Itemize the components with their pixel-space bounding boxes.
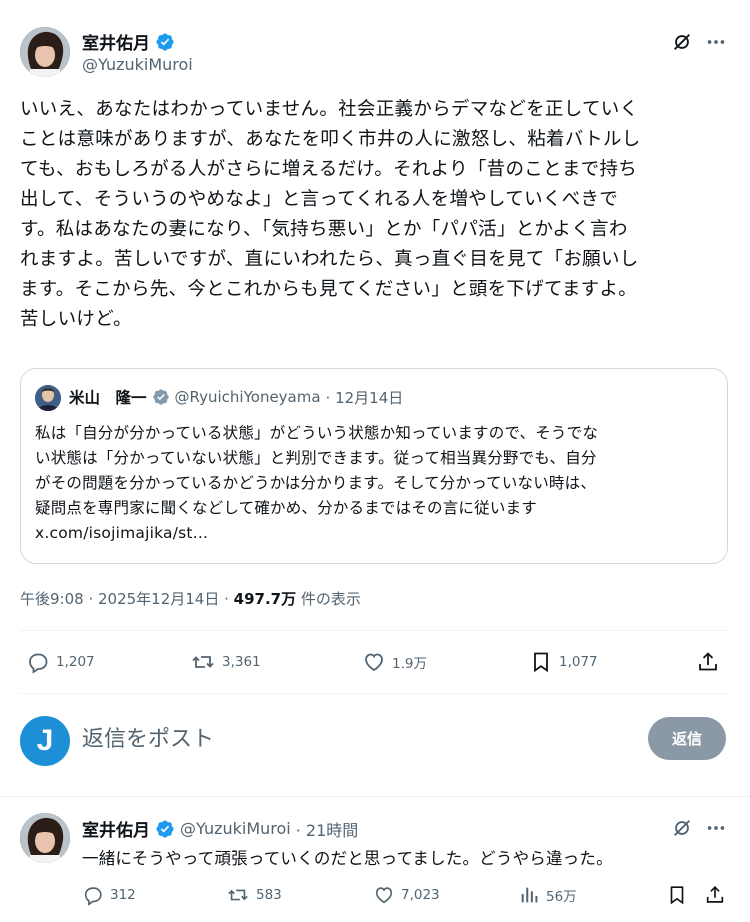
quote-author-handle: @RyuichiYoneyama (174, 388, 321, 406)
divider (20, 630, 730, 631)
reply-button[interactable]: 1,207 (26, 650, 95, 674)
reply-text: 一緒にそうやって頑張っていくのだと思ってました。どうやら違った。 (82, 849, 613, 868)
reply-icon (29, 653, 48, 674)
compose-avatar-letter: J (36, 724, 54, 757)
reply-reply-button[interactable]: 312 (82, 884, 136, 906)
quote-author-name: 米山 隆一 (69, 389, 147, 407)
reply-count: 1,207 (56, 654, 95, 670)
quote-line: 私は「自分が分かっている状態」がどういう状態か知っていますので、そうでな (35, 424, 599, 442)
quote-author-avatar (35, 385, 61, 411)
like-button[interactable]: 1.9万 (362, 650, 427, 674)
reply-author-avatar[interactable] (20, 813, 70, 863)
views-label: 件の表示 (296, 590, 361, 608)
reply-retweet-button[interactable]: 583 (226, 884, 282, 906)
quote-text: 私は「自分が分かっている状態」がどういう状態か知っていますので、そうでな い状態… (35, 421, 720, 546)
tweet-line: いいえ、あなたはわかっていません。社会正義からデマなどを正していく (20, 99, 639, 120)
like-icon (365, 653, 383, 672)
verified-icon (156, 819, 174, 838)
retweet-icon (192, 656, 214, 668)
reply-bookmark-button[interactable] (666, 884, 688, 906)
bookmark-button[interactable]: 1,077 (529, 650, 598, 674)
views-count: 497.7万 (233, 590, 297, 608)
grok-icon[interactable] (668, 28, 696, 56)
verified-icon (156, 32, 174, 51)
tweet-line: ます。そこから先、今とこれからも見てください」と頭を下げてますよ。 (20, 279, 638, 300)
reply-like-button[interactable]: 7,023 (373, 884, 440, 906)
tweet-timestamp[interactable]: 午後9:08 · 2025年12月14日 · (20, 590, 234, 608)
verified-icon (152, 389, 169, 405)
compose-avatar[interactable]: J (20, 716, 70, 766)
bookmark-icon (670, 886, 684, 905)
share-button[interactable] (696, 650, 720, 674)
reply-author-handle[interactable]: @YuzukiMuroi (180, 819, 291, 838)
bookmark-count: 1,077 (559, 654, 598, 670)
reply-like-count: 7,023 (401, 887, 440, 903)
tweet-meta: 午後9:08 · 2025年12月14日 · 497.7万 件の表示 (20, 588, 361, 609)
quote-line: い状態は「分かっていない状態」と判別できます。従って相当異分野でも、自分 (35, 449, 597, 467)
section-separator (0, 796, 750, 797)
quote-line: 疑問点を専門家に聞くなどして確かめ、分かるまではその言に従います (35, 499, 537, 517)
quote-link[interactable]: x.com/isojimajika/st... (35, 521, 720, 546)
like-count: 1.9万 (392, 656, 427, 672)
share-icon (706, 886, 724, 903)
retweet-icon (228, 889, 248, 901)
retweet-count: 3,361 (222, 654, 261, 670)
tweet-line: れますよ。苦しいですが、直にいわれたら、真っ直ぐ目を見て「お願いし (20, 249, 639, 270)
reply-reply-count: 312 (110, 887, 136, 903)
author-name[interactable]: 室井佑月 (82, 29, 150, 54)
more-icon[interactable] (702, 814, 730, 842)
share-icon (699, 652, 717, 671)
divider (20, 693, 730, 694)
tweet-line: ことは意味がありますが、あなたを叩く市井の人に激怒し、粘着バトルし (20, 129, 641, 150)
tweet-line: 出して、そういうのやめなよ」と言ってくれる人を増やしていくべきで (20, 189, 619, 210)
more-icon[interactable] (702, 28, 730, 56)
reply-icon (84, 887, 102, 906)
retweet-button[interactable]: 3,361 (190, 650, 261, 674)
reply-retweet-count: 583 (256, 887, 282, 903)
author-handle[interactable]: @YuzukiMuroi (82, 55, 193, 74)
author-avatar[interactable] (20, 27, 70, 77)
tweet-line: す。私はあなたの妻になり、「気持ち悪い」とか「パパ活」とかよく言わ (20, 219, 628, 240)
bookmark-icon (534, 652, 548, 673)
views-icon (521, 887, 538, 903)
reply-views-button[interactable]: 56万 (518, 884, 577, 906)
reply-input-placeholder: 返信をポスト (82, 727, 215, 752)
tweet-text: いいえ、あなたはわかっていません。社会正義からデマなどを正していく ことは意味が… (20, 95, 735, 335)
quote-date: · 12月14日 (325, 388, 404, 407)
reply-views-count: 56万 (546, 889, 577, 905)
reply-submit-button[interactable]: 返信 (648, 717, 726, 760)
tweet-line: ても、おもしろがる人がさらに増えるだけ。それより「昔のことまで持ち (20, 159, 638, 180)
tweet-line: 苦しいけど。 (20, 309, 132, 330)
like-icon (375, 887, 393, 904)
reply-input[interactable]: 返信をポスト (82, 722, 622, 758)
reply-author-name[interactable]: 室井佑月 (82, 816, 150, 841)
grok-icon[interactable] (668, 814, 696, 842)
quote-line: がその問題を分かっているかどうかは分かります。そして分かっていない時は、 (35, 474, 597, 492)
quoted-tweet[interactable]: 米山 隆一 @RyuichiYoneyama · 12月14日 私は「自分が分か… (20, 368, 728, 564)
reply-share-button[interactable] (704, 884, 726, 906)
reply-time[interactable]: · 21時間 (296, 817, 359, 841)
